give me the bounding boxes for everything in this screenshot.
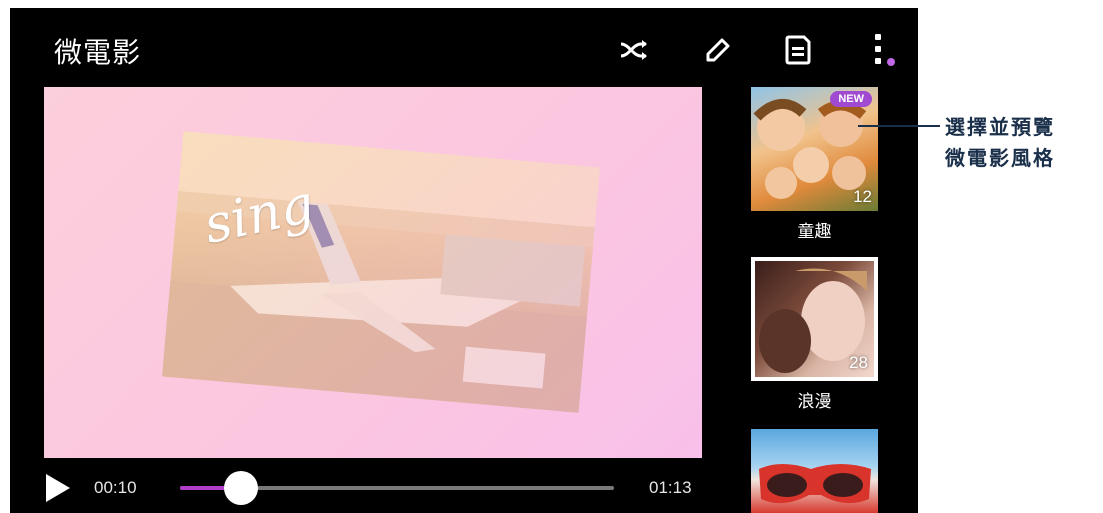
new-badge: NEW xyxy=(830,91,872,107)
theme-item-romance[interactable]: 28 浪漫 xyxy=(751,257,878,412)
more-vert-icon[interactable] xyxy=(862,32,898,68)
theme-item-summer[interactable] xyxy=(751,429,878,513)
theme-item-kids[interactable]: NEW 12 童趣 xyxy=(751,87,878,242)
seek-bar[interactable] xyxy=(180,471,614,505)
theme-thumbnail: 28 xyxy=(751,257,878,381)
photo-tint xyxy=(162,131,600,413)
airplane-photo xyxy=(162,131,600,413)
theme-label: 浪漫 xyxy=(797,392,832,412)
play-icon[interactable] xyxy=(46,474,70,502)
pencil-icon[interactable] xyxy=(700,32,736,68)
theme-label: 童趣 xyxy=(797,222,832,242)
callout-annotation: 選擇並預覽 微電影風格 xyxy=(945,112,1055,174)
app-screen: 微電影 sing 00:10 01:13 NEW 12 童趣 28 浪漫 xyxy=(10,8,918,513)
clip-count: 28 xyxy=(849,353,868,372)
video-preview[interactable]: sing xyxy=(44,87,702,458)
callout-line-1: 選擇並預覽 xyxy=(945,115,1055,139)
playback-controls: 00:10 01:13 xyxy=(10,458,710,513)
seek-knob[interactable] xyxy=(223,471,258,505)
save-icon[interactable] xyxy=(780,32,816,68)
shuffle-icon[interactable] xyxy=(616,32,652,68)
app-title: 微電影 xyxy=(54,36,142,69)
callout-line xyxy=(858,125,940,127)
theme-thumbnail xyxy=(751,429,878,513)
clip-count: 12 xyxy=(853,187,872,206)
theme-thumbnail: NEW 12 xyxy=(751,87,878,211)
current-time: 00:10 xyxy=(94,478,137,497)
total-time: 01:13 xyxy=(649,478,692,497)
callout-line-2: 微電影風格 xyxy=(945,146,1055,170)
